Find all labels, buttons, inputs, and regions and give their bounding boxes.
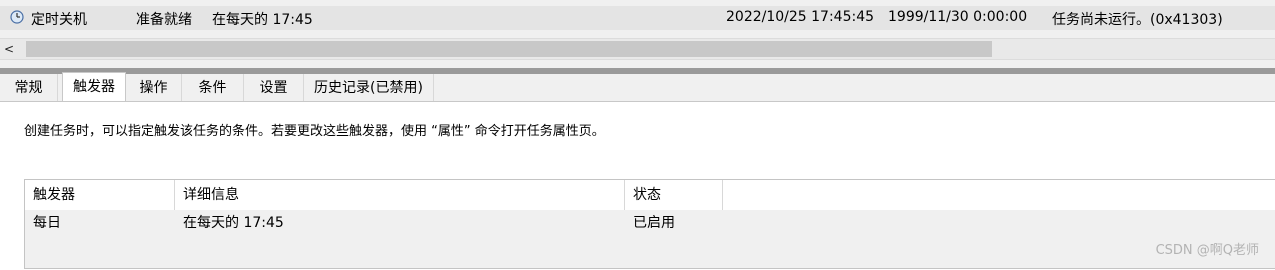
task-status: 准备就绪 <box>136 12 192 28</box>
tab-history[interactable]: 历史记录(已禁用) <box>304 74 434 102</box>
task-last-run: 1999/11/30 0:00:00 <box>888 9 1028 25</box>
task-name: 定时关机 <box>31 12 87 28</box>
horizontal-scrollbar[interactable]: < <box>0 38 1275 60</box>
task-next-run: 2022/10/25 17:45:45 <box>726 9 875 25</box>
tab-conditions[interactable]: 条件 <box>182 74 244 102</box>
clock-icon <box>10 10 24 24</box>
trigger-description: 创建任务时，可以指定触发该任务的条件。若要更改这些触发器，使用 “属性” 命令打… <box>24 124 605 139</box>
table-row[interactable]: 每日 在每天的 17:45 已启用 <box>25 210 1275 236</box>
tab-actions[interactable]: 操作 <box>126 74 182 102</box>
watermark-text: CSDN @啊Q老师 <box>1155 243 1259 258</box>
column-header-trigger[interactable]: 触发器 <box>25 180 175 210</box>
task-trigger: 在每天的 17:45 <box>212 12 313 28</box>
table-header: 触发器 详细信息 状态 <box>25 180 1275 210</box>
cell-status: 已启用 <box>633 215 675 231</box>
tab-strip: 常规 触发器 操作 条件 设置 历史记录(已禁用) <box>0 72 1275 103</box>
triggers-table: 触发器 详细信息 状态 每日 在每天的 17:45 已启用 <box>24 179 1275 269</box>
tab-triggers[interactable]: 触发器 <box>62 72 126 103</box>
cell-trigger: 每日 <box>33 215 61 231</box>
task-last-result: 任务尚未运行。(0x41303) <box>1052 12 1223 28</box>
scroll-left-arrow[interactable]: < <box>4 40 18 58</box>
cell-details: 在每天的 17:45 <box>183 215 284 231</box>
column-header-details[interactable]: 详细信息 <box>175 180 625 210</box>
scrollbar-thumb[interactable] <box>26 41 992 57</box>
tab-general[interactable]: 常规 <box>0 74 58 102</box>
tab-settings[interactable]: 设置 <box>244 74 304 102</box>
task-list-row[interactable]: 定时关机 准备就绪 在每天的 17:45 2022/10/25 17:45:45… <box>0 6 1275 30</box>
column-header-status[interactable]: 状态 <box>625 180 723 210</box>
